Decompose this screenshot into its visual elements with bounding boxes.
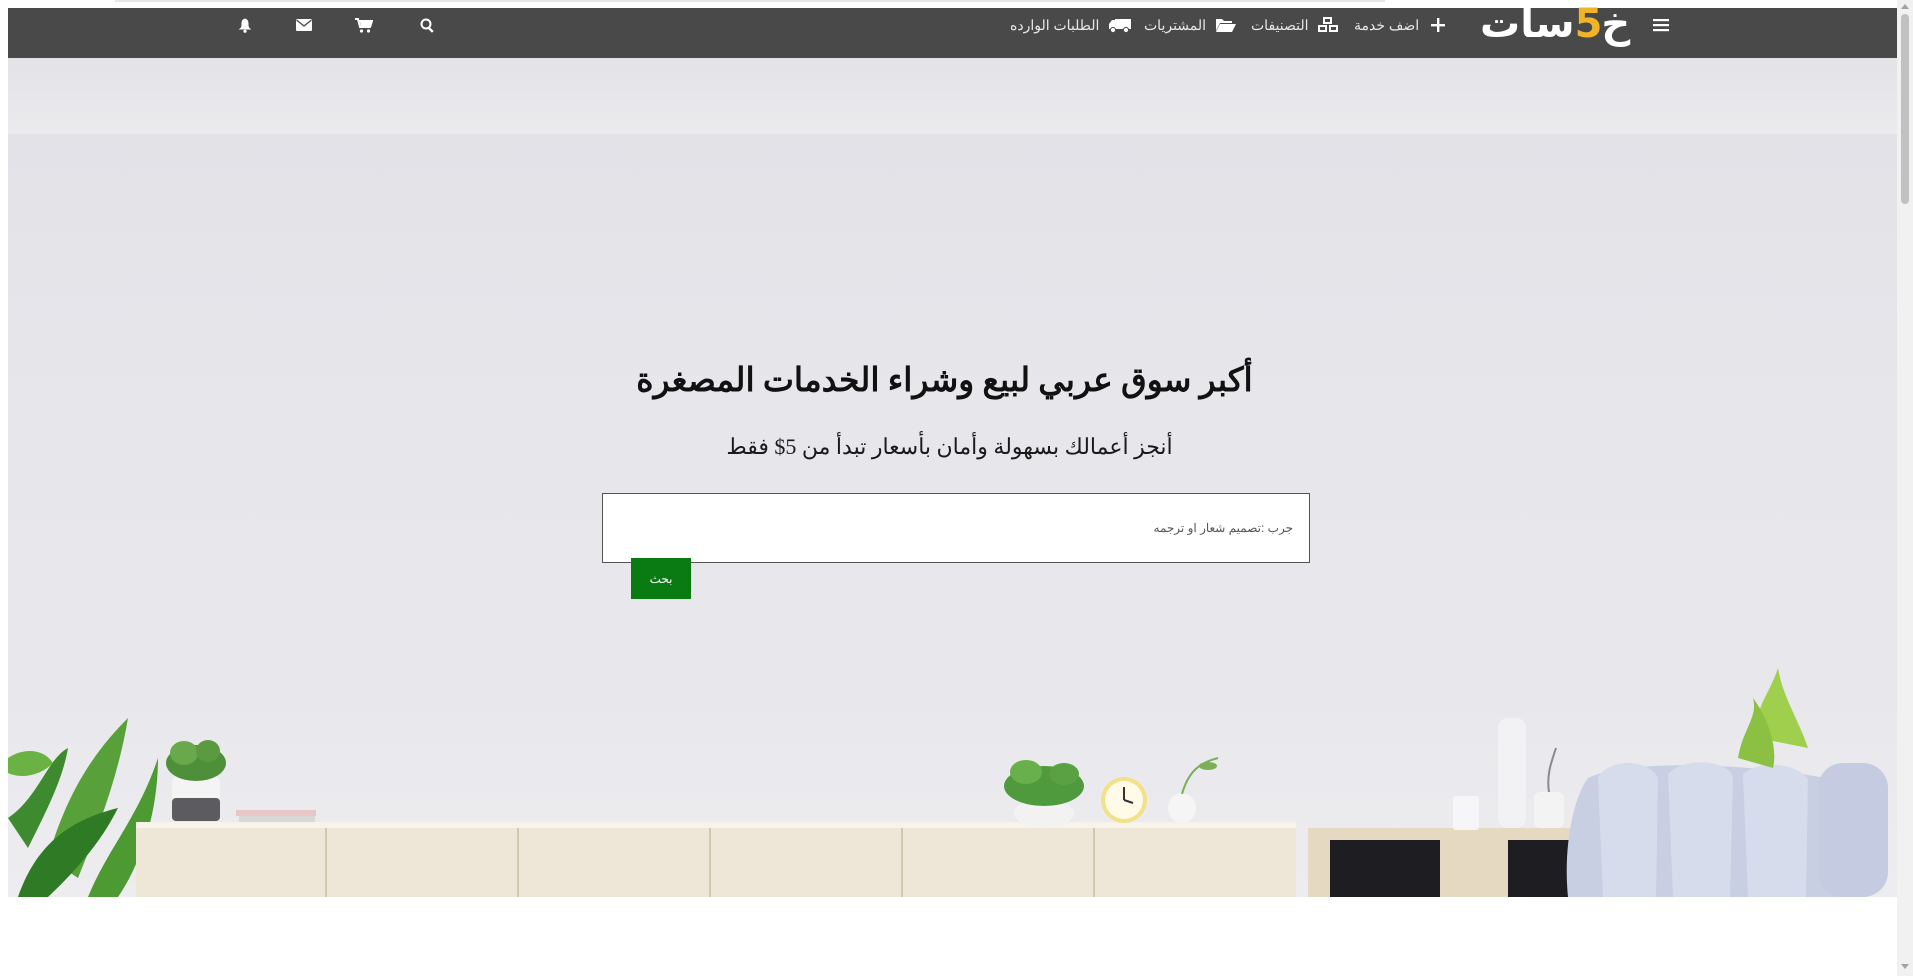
cart-button[interactable] bbox=[355, 8, 373, 42]
hero-title: أكبر سوق عربي لبيع وشراء الخدمات المصغرة bbox=[8, 360, 1897, 400]
cubes-icon bbox=[1317, 17, 1338, 32]
hamburger-icon bbox=[1653, 19, 1669, 32]
nav-categories-label: التصنيفات bbox=[1251, 16, 1309, 33]
logo-part-c: سات bbox=[1480, 1, 1576, 47]
logo-part-b: 5 bbox=[1574, 1, 1603, 47]
nav-incoming-orders-label: الطلبات الوارده bbox=[1010, 16, 1100, 33]
cart-icon bbox=[355, 17, 373, 33]
truck-icon bbox=[1109, 18, 1132, 33]
nav-add-service[interactable]: اضف خدمة bbox=[1354, 8, 1446, 42]
folder-open-icon bbox=[1216, 19, 1237, 32]
hero-section: أكبر سوق عربي لبيع وشراء الخدمات المصغرة… bbox=[8, 58, 1897, 897]
hero-subtitle: أنجز أعمالك بسهولة وأمان بأسعار تبدأ من … bbox=[8, 434, 1897, 460]
search-icon bbox=[420, 18, 434, 33]
nav-add-service-label: اضف خدمة bbox=[1354, 16, 1420, 33]
room-illustration bbox=[8, 668, 1888, 897]
hero-title-text: أكبر سوق عربي لبيع وشراء الخدمات المصغرة bbox=[636, 363, 1253, 399]
nav-categories[interactable]: التصنيفات bbox=[1251, 8, 1339, 42]
messages-button[interactable] bbox=[296, 8, 312, 42]
scroll-thumb[interactable] bbox=[1901, 14, 1909, 204]
nav-purchases-label: المشتريات bbox=[1144, 16, 1207, 33]
logo-part-a: خ bbox=[1601, 1, 1631, 47]
bell-icon bbox=[238, 18, 252, 33]
envelope-icon bbox=[296, 19, 312, 31]
hero-subtitle-text: أنجز أعمالك بسهولة وأمان بأسعار تبدأ من … bbox=[726, 434, 1173, 459]
site-logo[interactable]: خ 5 سات bbox=[1480, 1, 1631, 47]
navbar: خ 5 سات اضف خدمة التصنيفات المشتريات الط… bbox=[8, 1, 1897, 58]
plus-icon bbox=[1431, 18, 1446, 32]
search-button[interactable] bbox=[420, 8, 435, 42]
search-input[interactable] bbox=[602, 493, 1310, 563]
nav-incoming-orders[interactable]: الطلبات الوارده bbox=[1010, 8, 1132, 42]
menu-toggle-button[interactable] bbox=[1653, 8, 1675, 42]
search-submit-button[interactable]: بحث bbox=[631, 558, 691, 599]
page: خ 5 سات اضف خدمة التصنيفات المشتريات الط… bbox=[0, 0, 1913, 976]
nav-purchases[interactable]: المشتريات bbox=[1144, 8, 1237, 42]
page-scrollbar[interactable] bbox=[1897, 0, 1913, 976]
below-hero-area bbox=[0, 897, 1897, 976]
notifications-button[interactable] bbox=[238, 8, 252, 42]
scroll-down-arrow[interactable] bbox=[1901, 964, 1909, 969]
scroll-up-arrow[interactable] bbox=[1901, 4, 1909, 9]
